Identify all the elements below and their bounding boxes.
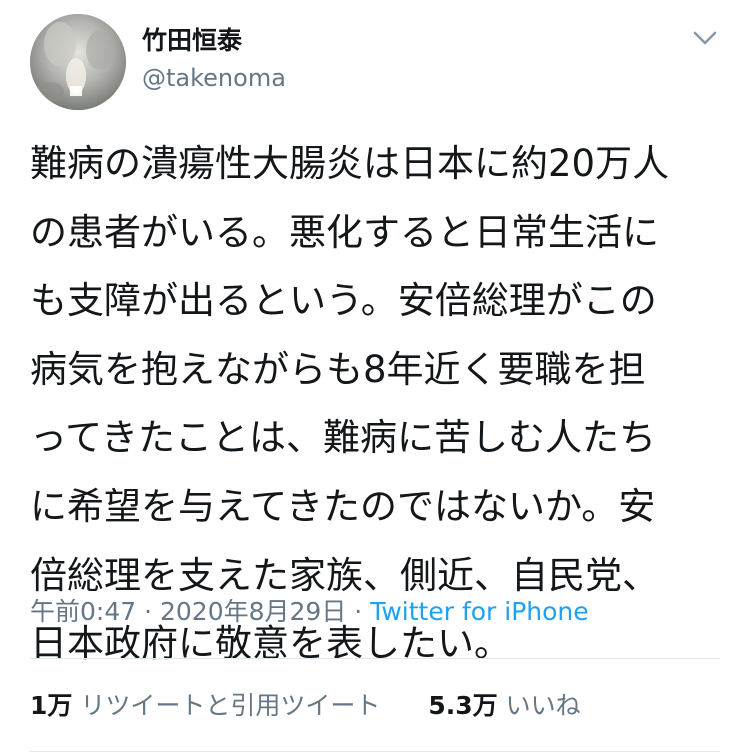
likes-stat[interactable]: 5.3万 いいね	[428, 688, 580, 724]
likes-label: いいね	[505, 691, 581, 720]
divider	[30, 751, 720, 752]
tweet-meta: 午前0:47 · 2020年8月29日 · Twitter for iPhone	[30, 595, 589, 629]
chevron-down-icon[interactable]	[690, 28, 720, 48]
engagement-stats: 1万 リツイートと引用ツイート 5.3万 いいね	[30, 688, 581, 724]
meta-separator: ·	[354, 597, 363, 626]
retweets-count: 1万	[30, 691, 73, 720]
meta-separator: ·	[144, 597, 153, 626]
likes-count: 5.3万	[428, 691, 498, 720]
retweets-label: リツイートと引用ツイート	[80, 691, 381, 720]
retweets-stat[interactable]: 1万 リツイートと引用ツイート	[30, 688, 380, 724]
profile-photo-icon	[30, 14, 126, 110]
tweet-time[interactable]: 午前0:47	[30, 597, 136, 626]
user-handle[interactable]: @takenoma	[142, 62, 286, 94]
divider	[30, 658, 720, 659]
display-name[interactable]: 竹田恒泰	[142, 24, 242, 58]
tweet-date[interactable]: 2020年8月29日	[160, 597, 346, 626]
tweet-source-link[interactable]: Twitter for iPhone	[370, 597, 588, 626]
avatar[interactable]	[30, 14, 126, 110]
